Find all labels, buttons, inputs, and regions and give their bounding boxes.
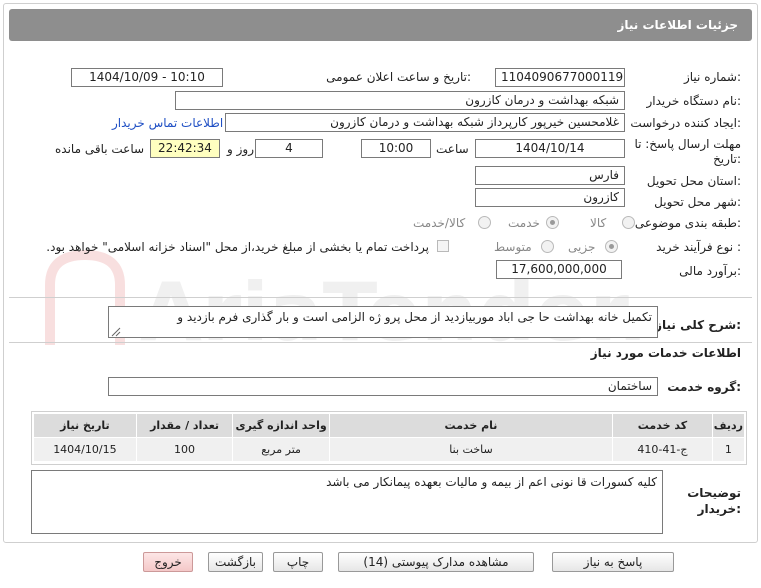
column-header: نام خدمت — [328, 413, 614, 438]
section-divider — [9, 297, 752, 298]
remaining-time-label: ساعت باقی مانده — [55, 142, 145, 156]
requester-label: ایجاد کننده درخواست: — [630, 116, 741, 130]
table-cell: 1 — [711, 437, 746, 462]
deadline-time-field[interactable]: 10:00 — [361, 139, 431, 158]
column-header: تاریخ نیاز — [33, 413, 137, 438]
estimate-label: برآورد مالی: — [679, 264, 741, 278]
deadline-days-field[interactable]: 4 — [255, 139, 323, 158]
print-button[interactable]: چاپ — [273, 552, 323, 572]
treasury-payment-note: پرداخت تمام یا بخشی از مبلغ خرید،از محل … — [46, 240, 429, 254]
city-label: شهر محل تحویل: — [654, 195, 741, 209]
province-label: استان محل تحویل: — [646, 174, 741, 188]
deadline-time-label: ساعت — [436, 142, 469, 156]
column-header: کد خدمت — [612, 413, 713, 438]
exit-button[interactable]: خروج — [143, 552, 193, 572]
table-header-row: ردیف کد خدمت نام خدمت واحد اندازه گیری ت… — [33, 413, 746, 438]
description-label: شرح کلی نیاز: — [655, 318, 741, 332]
process-option-minor-radio[interactable] — [605, 240, 618, 253]
category-option-both-label: کالا/خدمت — [413, 216, 466, 230]
column-header: واحد اندازه گیری — [232, 413, 330, 438]
remaining-time-field: 22:42:34 — [150, 139, 220, 158]
announce-datetime-field[interactable]: 1404/10/09 - 10:10 — [71, 68, 223, 87]
table-cell: متر مربع — [232, 437, 330, 462]
city-field[interactable]: کازرون — [475, 188, 625, 207]
table-cell: ج-41-410 — [612, 437, 713, 462]
section-divider — [9, 342, 752, 343]
province-field[interactable]: فارس — [475, 166, 625, 185]
process-option-medium-radio[interactable] — [541, 240, 554, 253]
category-option-goods-radio[interactable] — [622, 216, 635, 229]
resize-handle-icon[interactable] — [111, 326, 121, 337]
buyer-contact-link[interactable]: اطلاعات تماس خریدار — [112, 116, 223, 130]
buyer-org-field[interactable]: شبکه بهداشت و درمان کازرون — [175, 91, 625, 110]
category-option-service-label: خدمت — [508, 216, 540, 230]
process-option-minor-label: جزیی — [568, 240, 596, 254]
page-title: جزئیات اطلاعات نیاز — [617, 18, 738, 32]
category-option-goods-label: کالا — [590, 216, 607, 230]
announce-datetime-label: تاریخ و ساعت اعلان عمومی: — [326, 70, 471, 84]
reply-button[interactable]: پاسخ به نیاز — [552, 552, 674, 572]
table-cell: 100 — [135, 437, 234, 462]
need-number-field[interactable]: 1104090677000119 — [495, 68, 625, 87]
services-table: ردیف کد خدمت نام خدمت واحد اندازه گیری ت… — [33, 413, 746, 462]
deadline-days-label: روز و — [227, 142, 254, 156]
purchase-process-label: نوع فرآیند خرید : — [656, 240, 741, 254]
need-number-label: شماره نیاز: — [683, 70, 741, 84]
estimate-field[interactable]: 17,600,000,000 — [496, 260, 622, 279]
table-cell: ساخت بنا — [328, 437, 614, 462]
service-group-label: گروه خدمت: — [667, 380, 741, 394]
back-button[interactable]: بازگشت — [208, 552, 263, 572]
services-title: اطلاعات خدمات مورد نیاز — [590, 346, 741, 360]
column-header: تعداد / مقدار — [135, 413, 234, 438]
buyer-notes-textarea[interactable]: کلیه کسورات قا نونی اعم از بیمه و مالیات… — [31, 470, 663, 534]
category-option-both-radio[interactable] — [478, 216, 491, 229]
buyer-org-label: نام دستگاه خریدار: — [646, 94, 742, 108]
deadline-date-field[interactable]: 1404/10/14 — [475, 139, 625, 158]
treasury-payment-checkbox[interactable] — [437, 240, 449, 252]
column-header: ردیف — [711, 413, 746, 438]
service-group-field[interactable]: ساختمان — [108, 377, 658, 396]
requester-field[interactable]: غلامحسین خیرپور کارپرداز شبکه بهداشت و د… — [225, 113, 625, 132]
category-label: طبقه بندی موضوعی: — [634, 216, 741, 230]
process-option-medium-label: متوسط — [494, 240, 532, 254]
deadline-label: مهلت ارسال پاسخ: تا — [634, 137, 741, 151]
page-header: جزئیات اطلاعات نیاز — [9, 9, 752, 41]
category-option-service-radio[interactable] — [546, 216, 559, 229]
table-row[interactable]: 1 ج-41-410 ساخت بنا متر مربع 100 1404/10… — [33, 437, 746, 462]
deadline-label-date: تاریخ: — [713, 152, 741, 166]
description-textarea[interactable]: تکمیل خانه بهداشت حا جی اباد موربیازدید … — [108, 306, 658, 338]
table-cell: 1404/10/15 — [33, 437, 137, 462]
buyer-notes-label: توضیحات خریدار: — [687, 486, 741, 516]
view-attachments-button[interactable]: مشاهده مدارک پیوستی (14) — [338, 552, 534, 572]
